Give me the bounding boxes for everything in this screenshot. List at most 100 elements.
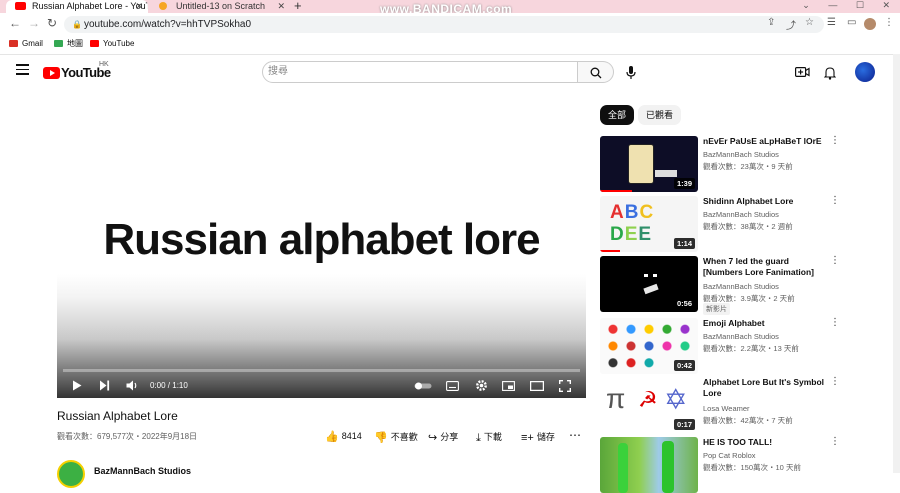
gmail-icon <box>9 40 18 47</box>
share-button[interactable]: ↪ 分享 <box>428 430 458 444</box>
youtube-icon <box>90 40 99 47</box>
download-button[interactable]: ⤓ 下載 <box>476 430 502 445</box>
bookmark-youtube[interactable]: YouTube <box>90 36 134 52</box>
rec-channel: BazMannBach Studios <box>703 282 779 291</box>
user-avatar[interactable] <box>855 62 875 82</box>
recommended-item[interactable]: 1:39 nEvEr PaUsE aLpHaBeT lOrE BazMannBa… <box>600 136 890 192</box>
thumbs-down-icon: 👎 <box>374 432 388 444</box>
star-icon[interactable]: ☆ <box>805 17 814 28</box>
rec-channel: BazMannBach Studios <box>703 210 779 219</box>
kebab-menu-icon[interactable]: ⋮ <box>830 136 840 146</box>
rec-stats: 觀看次數：38萬次・2 週前 <box>703 222 793 231</box>
video-thumbnail[interactable] <box>600 437 698 493</box>
next-icon[interactable] <box>99 380 110 391</box>
address-bar[interactable]: 🔒 youtube.com/watch?v=hhTVPSokha0 <box>64 16 824 33</box>
progress-bar[interactable] <box>63 369 580 372</box>
upload-icon[interactable]: ⤴ <box>786 17 796 32</box>
search-button[interactable] <box>578 61 614 83</box>
close-icon[interactable]: ✕ <box>135 0 143 13</box>
rec-title: HE IS TOO TALL! <box>703 437 773 447</box>
notifications-bell-icon[interactable] <box>824 66 836 80</box>
create-video-icon[interactable] <box>795 66 810 78</box>
page-scrollbar[interactable] <box>893 54 900 473</box>
chip-all[interactable]: 全部 <box>600 105 635 125</box>
kebab-menu-icon[interactable]: ⋮ <box>830 318 840 328</box>
dislike-button[interactable]: 👎 不喜歡 <box>374 430 418 444</box>
share-label: 分享 <box>440 432 459 442</box>
browser-tab[interactable]: Untitled-13 on Scratch ✕ <box>150 0 290 13</box>
autoplay-toggle-icon[interactable] <box>414 382 432 390</box>
youtube-play-icon <box>43 66 60 79</box>
rec-stats: 觀看次數：23萬次・9 天前 <box>703 162 793 171</box>
theater-mode-icon[interactable] <box>530 381 544 391</box>
share-icon[interactable]: ⇪ <box>767 17 775 28</box>
tab-title: Russian Alphabet Lore - YouTube <box>32 1 148 11</box>
kebab-menu-icon[interactable]: ⋮ <box>830 256 840 266</box>
recommended-item[interactable]: HE IS TOO TALL! Pop Cat Roblox 觀看次數：150萬… <box>600 437 890 493</box>
rec-title: When 7 led the guard [Numbers Lore Fanim… <box>703 256 814 277</box>
channel-name[interactable]: BazMannBach Studios <box>94 466 191 476</box>
microphone-icon[interactable] <box>626 66 636 80</box>
bookmark-label: Gmail <box>22 39 43 48</box>
back-arrow-icon[interactable]: ← <box>9 16 21 30</box>
recommended-item[interactable]: π ☭ ✡ 0:17 Alphabet Lore But It's Symbol… <box>600 377 890 433</box>
video-player[interactable]: Russian alphabet lore 0:00 / 1:10 <box>57 103 586 398</box>
kebab-menu-icon[interactable]: ⋮ <box>830 377 840 387</box>
miniplayer-icon[interactable] <box>502 381 515 391</box>
video-thumbnail[interactable]: 0:56 <box>600 256 698 312</box>
video-thumbnail[interactable]: π ☭ ✡ 0:17 <box>600 377 698 433</box>
fullscreen-icon[interactable] <box>559 380 571 392</box>
video-title: Russian Alphabet Lore <box>57 409 178 423</box>
search-input[interactable]: 搜尋 <box>262 61 578 83</box>
add-to-playlist-icon: ≡+ <box>521 432 534 444</box>
close-window-icon[interactable]: ✕ <box>882 0 890 10</box>
play-icon[interactable] <box>72 380 82 391</box>
duration-badge: 0:42 <box>673 360 695 371</box>
volume-icon[interactable] <box>126 380 139 391</box>
browser-tab-active[interactable]: Russian Alphabet Lore - YouTube ✕ <box>6 0 148 13</box>
save-button[interactable]: ≡+ 儲存 <box>521 430 555 444</box>
maximize-icon[interactable]: ☐ <box>856 0 864 10</box>
bookmark-maps[interactable]: 地圖 <box>54 36 83 52</box>
more-actions-icon[interactable]: ⋯ <box>569 428 581 442</box>
reload-icon[interactable]: ↻ <box>47 16 57 30</box>
chip-watched[interactable]: 已觀看 <box>638 105 682 125</box>
video-thumbnail[interactable]: 0:42 <box>600 318 698 374</box>
video-frame-title: Russian alphabet lore <box>103 215 540 264</box>
bookmark-label: 地圖 <box>67 39 83 48</box>
rec-stats: 觀看次數：42萬次・7 天前 <box>703 416 793 425</box>
bookmark-gmail[interactable]: Gmail <box>9 36 43 52</box>
side-panel-icon[interactable]: ▭ <box>847 17 856 28</box>
rec-channel: Losa Weamer <box>703 404 750 413</box>
lock-icon: 🔒 <box>72 20 82 29</box>
rec-title: Alphabet Lore But It's Symbol Lore <box>703 377 825 398</box>
search-icon <box>590 67 602 79</box>
download-label: 下載 <box>483 432 502 442</box>
kebab-menu-icon[interactable]: ⋮ <box>830 196 840 206</box>
youtube-logo[interactable]: YouTube HK <box>43 61 111 82</box>
hamburger-menu-icon[interactable] <box>16 64 29 78</box>
browser-toolbar: ← → ↻ 🔒 youtube.com/watch?v=hhTVPSokha0 <box>0 13 900 35</box>
duration-badge: 1:14 <box>673 238 695 249</box>
kebab-menu-icon[interactable]: ⋮ <box>884 17 894 28</box>
forward-arrow-icon[interactable]: → <box>28 16 40 30</box>
channel-avatar[interactable] <box>57 460 85 488</box>
video-thumbnail[interactable]: 1:39 <box>600 136 698 192</box>
new-video-badge: 新影片 <box>703 303 730 315</box>
new-tab-button[interactable]: + <box>294 0 302 13</box>
chevron-down-icon[interactable]: ⌄ <box>802 0 810 10</box>
share-arrow-icon: ↪ <box>428 432 438 444</box>
settings-gear-icon[interactable] <box>475 379 488 392</box>
recommended-item[interactable]: ABC DEE 1:14 Shidinn Alphabet Lore BazMa… <box>600 196 890 252</box>
duration-badge: 0:56 <box>673 298 695 309</box>
subtitles-icon[interactable] <box>446 381 459 391</box>
profile-avatar[interactable] <box>864 18 876 30</box>
recommended-item[interactable]: 0:56 When 7 led the guard [Numbers Lore … <box>600 256 890 315</box>
like-button[interactable]: 👍 8414 <box>325 430 362 443</box>
close-icon[interactable]: ✕ <box>277 0 285 13</box>
kebab-menu-icon[interactable]: ⋮ <box>830 437 840 447</box>
reading-list-icon[interactable]: ☰ <box>827 17 836 28</box>
minimize-icon[interactable]: — <box>828 0 837 10</box>
video-thumbnail[interactable]: ABC DEE 1:14 <box>600 196 698 252</box>
recommended-item[interactable]: 0:42 Emoji Alphabet BazMannBach Studios … <box>600 318 890 374</box>
